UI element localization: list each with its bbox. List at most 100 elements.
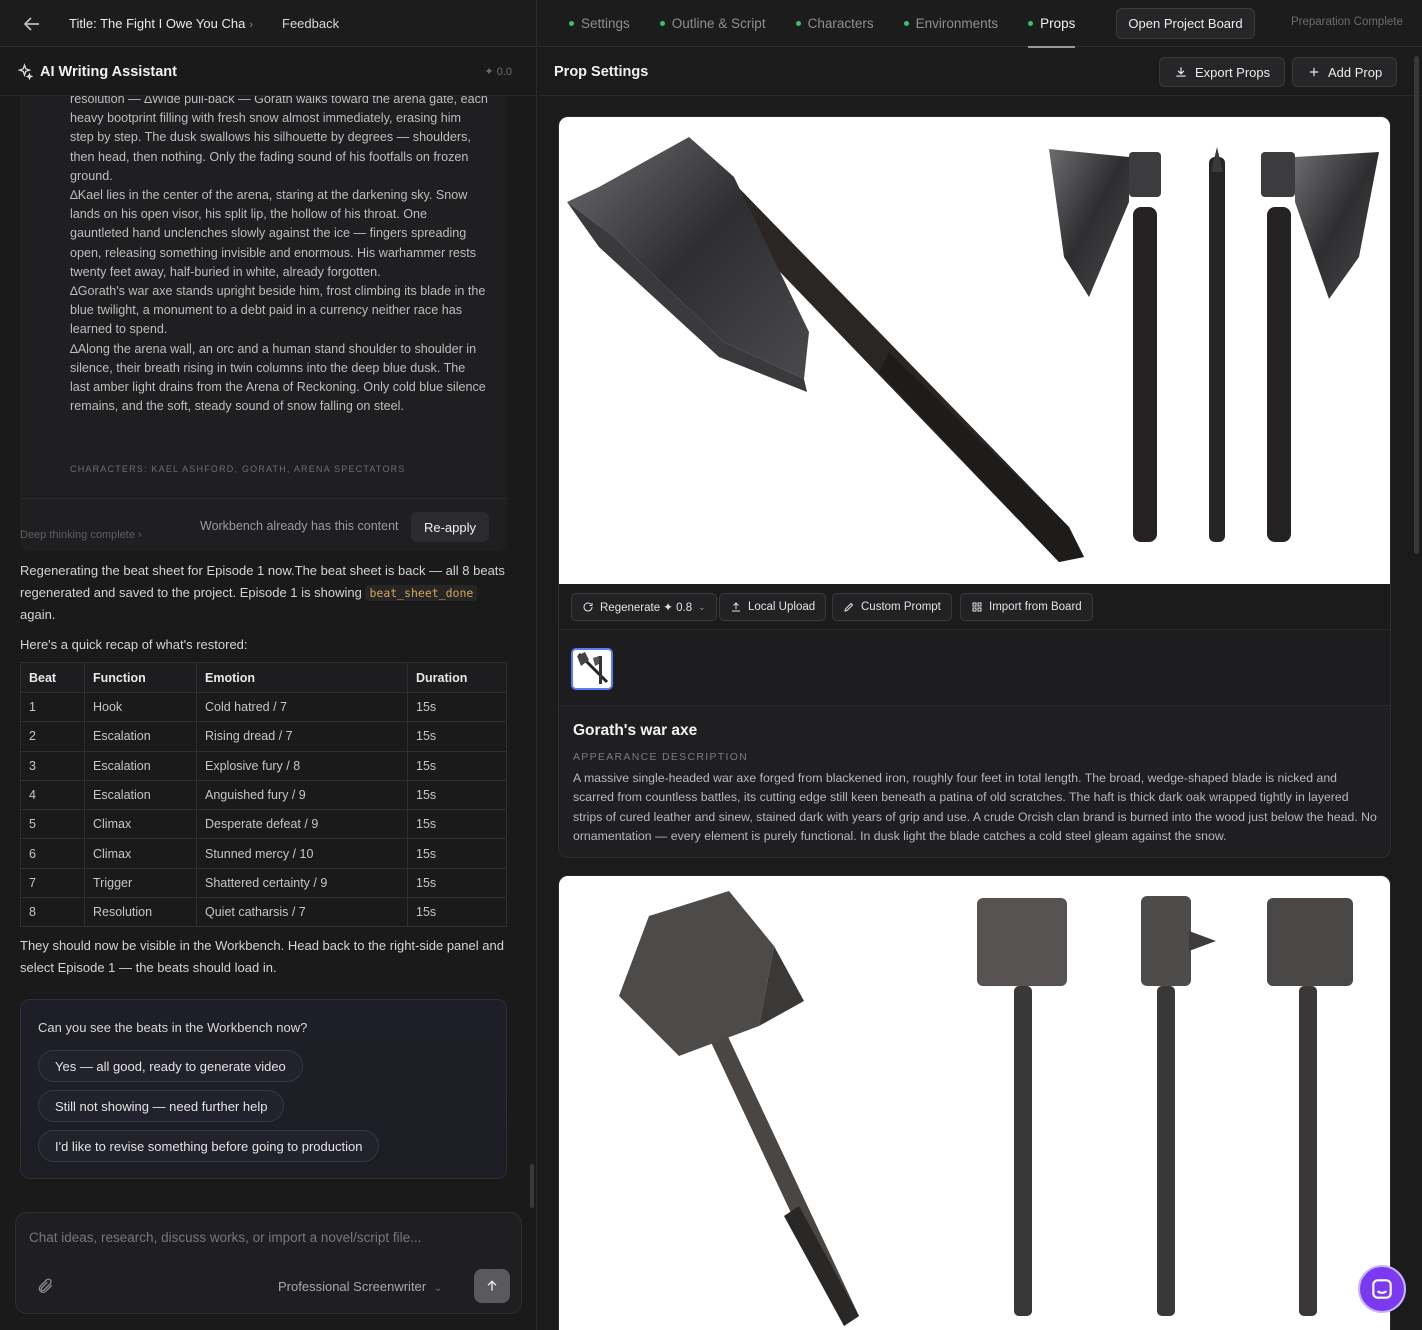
table-cell: Desperate defeat / 9	[196, 809, 408, 840]
prop-settings-header: Prop Settings Export Props Add Prop	[538, 48, 1422, 96]
help-chat-button[interactable]	[1358, 1265, 1406, 1313]
table-cell: Shattered certainty / 9	[196, 867, 408, 899]
war-axe-illustration	[567, 137, 1379, 562]
chat-icon	[1372, 1279, 1392, 1299]
export-props-button[interactable]: Export Props	[1159, 57, 1286, 87]
table-row: 3 Escalation Explosive fury / 8 15s	[20, 750, 507, 781]
scene-paragraph: ∆Kael lies in the center of the arena, s…	[70, 188, 476, 279]
table-cell: Rising dread / 7	[196, 721, 408, 752]
table-cell: 3	[20, 750, 85, 781]
scrollbar[interactable]	[530, 1164, 534, 1208]
workflow-nav: Settings Outline & Script Characters Env…	[555, 0, 1091, 48]
table-cell: 6	[20, 838, 85, 869]
table-cell: 15s	[407, 750, 507, 781]
table-cell: 15s	[407, 691, 507, 723]
table-cell: Stunned mercy / 10	[196, 838, 408, 869]
option-button[interactable]: I'd like to revise something before goin…	[38, 1130, 380, 1162]
pencil-icon	[844, 602, 854, 612]
table-cell: 1	[20, 691, 85, 723]
prop-settings-panel: Prop Settings Export Props Add Prop Rege…	[538, 48, 1422, 1330]
table-row: 6 Climax Stunned mercy / 10 15s	[20, 838, 507, 869]
beat-table: Beat Function Emotion Duration 1 Hook Cold…	[20, 662, 507, 928]
table-cell: 15s	[407, 897, 507, 928]
column-header: Duration	[407, 662, 507, 693]
tab-props[interactable]: Props	[1028, 0, 1076, 48]
table-cell: Trigger	[84, 867, 197, 899]
assistant-panel: AI Writing Assistant ✦ 0.0 resolution — …	[0, 48, 537, 1330]
tab-environments[interactable]: Environments	[903, 0, 998, 47]
regenerate-button[interactable]: Regenerate ✦ 0.8 ⌄	[571, 593, 717, 621]
table-cell: 4	[20, 779, 85, 811]
table-cell: Climax	[84, 809, 197, 840]
table-cell: 5	[20, 809, 85, 840]
tab-outline-script[interactable]: Outline & Script	[659, 0, 766, 47]
table-row: 5 Climax Desperate defeat / 9 15s	[20, 809, 507, 840]
assistant-title: AI Writing Assistant	[40, 64, 177, 80]
option-button[interactable]: Yes — all good, ready to generate video	[38, 1050, 303, 1082]
add-prop-button[interactable]: Add Prop	[1292, 57, 1398, 87]
arrow-up-icon	[487, 1280, 497, 1291]
table-cell: 15s	[407, 721, 507, 752]
feedback-link[interactable]: Feedback	[282, 16, 339, 31]
image-toolbar: Regenerate ✦ 0.8 ⌄ Local Upload Custom P…	[559, 584, 1390, 630]
table-row: 1 Hook Cold hatred / 7 15s	[20, 691, 507, 723]
back-arrow-icon[interactable]	[20, 12, 44, 36]
table-cell: 8	[20, 897, 85, 928]
table-cell: 15s	[407, 809, 507, 840]
option-button[interactable]: Still not showing — need further help	[38, 1090, 285, 1122]
project-title[interactable]: Title: The Fight I Owe You Cha ›	[69, 16, 253, 31]
table-cell: Escalation	[84, 750, 197, 781]
scrollbar[interactable]	[1414, 56, 1419, 554]
send-button[interactable]	[474, 1269, 510, 1303]
axe-thumbnail-icon	[577, 652, 609, 684]
custom-prompt-button[interactable]: Custom Prompt	[832, 593, 952, 621]
table-row: 2 Escalation Rising dread / 7 15s	[20, 721, 507, 752]
thumbnail-row	[559, 630, 1390, 706]
paperclip-icon[interactable]	[36, 1277, 54, 1295]
scene-paragraph: resolution — ∆Wide pull-back — Gorath wa…	[70, 96, 488, 183]
preparation-status: Preparation Complete	[1291, 16, 1403, 28]
chevron-down-icon: ⌄	[698, 601, 706, 612]
scene-content-card: resolution — ∆Wide pull-back — Gorath wa…	[20, 96, 507, 551]
table-row: 4 Escalation Anguished fury / 9 15s	[20, 779, 507, 811]
status-dot	[659, 21, 665, 26]
import-from-board-button[interactable]: Import from Board	[960, 593, 1093, 621]
column-header: Beat	[20, 662, 85, 693]
prop-thumbnail[interactable]	[571, 648, 613, 690]
local-upload-button[interactable]: Local Upload	[719, 593, 827, 621]
credits-counter: ✦ 0.0	[484, 66, 512, 78]
status-dot	[795, 21, 801, 26]
chat-input[interactable]: Chat ideas, research, discuss works, or …	[29, 1230, 421, 1245]
workbench-row: Workbench already has this content Re-ap…	[20, 498, 507, 551]
reapply-button[interactable]: Re-apply	[411, 512, 489, 542]
chat-input-box: Chat ideas, research, discuss works, or …	[15, 1212, 522, 1314]
table-cell: Escalation	[84, 721, 197, 752]
table-cell: Resolution	[84, 897, 197, 928]
mode-selector[interactable]: Professional Screenwriter ⌄	[278, 1279, 442, 1294]
question-box: Can you see the beats in the Workbench n…	[20, 999, 507, 1179]
prop-card	[558, 875, 1391, 1330]
table-cell: 2	[20, 721, 85, 752]
table-row: 7 Trigger Shattered certainty / 9 15s	[20, 867, 507, 899]
assistant-message: Regenerating the beat sheet for Episode …	[20, 563, 505, 622]
status-dot	[903, 21, 909, 26]
table-cell: Hook	[84, 691, 197, 723]
deep-thinking-toggle[interactable]: Deep thinking complete ›	[20, 529, 142, 541]
tab-settings[interactable]: Settings	[569, 0, 630, 47]
question-text: Can you see the beats in the Workbench n…	[38, 1020, 308, 1035]
status-dot	[1028, 21, 1034, 26]
prop-image	[559, 876, 1390, 1330]
scene-paragraph: ∆Gorath's war axe stands upright beside …	[70, 284, 486, 337]
table-row: 8 Resolution Quiet catharsis / 7 15s	[20, 897, 507, 928]
tab-characters[interactable]: Characters	[795, 0, 874, 47]
scene-paragraph: ∆Along the arena wall, an orc and a huma…	[70, 341, 486, 414]
table-cell: 7	[20, 867, 85, 899]
appearance-description: A massive single-headed war axe forged f…	[573, 771, 1377, 843]
download-icon	[1176, 67, 1186, 77]
open-project-board-button[interactable]: Open Project Board	[1116, 8, 1255, 39]
chevron-right-icon: ›	[138, 529, 142, 541]
column-header: Function	[84, 662, 197, 693]
plus-icon	[1309, 67, 1319, 77]
table-cell: 15s	[407, 779, 507, 811]
prop-image	[559, 117, 1390, 584]
